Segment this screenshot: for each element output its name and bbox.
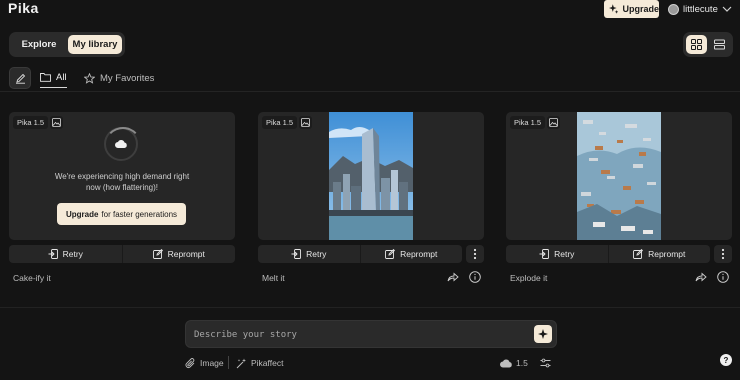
video-card[interactable]: Pika 1.5	[506, 112, 732, 240]
list-view-icon	[714, 39, 725, 50]
edit-button[interactable]	[9, 67, 31, 89]
image-source-badge	[547, 116, 560, 129]
info-icon	[469, 271, 481, 283]
divider	[0, 307, 740, 308]
share-icon	[447, 272, 459, 282]
retry-button[interactable]: Retry	[9, 245, 122, 263]
video-card[interactable]: Pika 1.5 We're experiencing high demand …	[9, 112, 235, 240]
tab-explore[interactable]: Explore	[12, 35, 66, 54]
view-toggle	[683, 32, 733, 57]
cloud-icon	[115, 140, 127, 148]
generate-button[interactable]	[534, 325, 552, 343]
filter-all-label: All	[56, 71, 67, 83]
card-actions: Retry Reprompt	[506, 245, 710, 263]
folder-icon	[40, 73, 51, 82]
loading-spinner	[104, 127, 142, 161]
share-icon	[695, 272, 707, 282]
edit-icon	[152, 249, 163, 259]
high-demand-message: We're experiencing high demand right now…	[54, 172, 190, 192]
retry-icon	[48, 249, 58, 259]
upgrade-strong-label: Upgrade	[65, 209, 99, 219]
image-icon	[301, 118, 310, 127]
help-button[interactable]: ?	[720, 354, 732, 366]
list-view-button[interactable]	[709, 35, 730, 54]
user-menu[interactable]: littlecute	[668, 0, 732, 18]
more-options-button[interactable]	[714, 245, 732, 263]
edit-icon	[633, 249, 644, 259]
retry-label: Retry	[554, 249, 575, 259]
model-badge: Pika 1.5	[13, 116, 49, 129]
image-source-badge	[50, 116, 63, 129]
image-icon	[52, 118, 61, 127]
card-title: Explode it	[510, 273, 548, 283]
model-selector[interactable]: 1.5	[500, 356, 528, 370]
divider	[0, 91, 740, 92]
card-actions: Retry Reprompt	[9, 245, 235, 263]
grid-view-icon	[691, 39, 702, 50]
upgrade-button[interactable]: Upgrade	[604, 0, 659, 18]
pencil-icon	[15, 73, 25, 84]
card-actions: Retry Reprompt	[258, 245, 462, 263]
retry-button[interactable]: Retry	[506, 245, 608, 263]
paperclip-icon	[185, 357, 195, 368]
image-label: Image	[200, 358, 224, 368]
upgrade-label: Upgrade	[622, 4, 659, 14]
prompt-input[interactable]	[194, 327, 514, 343]
model-badge: Pika 1.5	[262, 116, 298, 129]
more-options-button[interactable]	[466, 245, 484, 263]
model-version: 1.5	[516, 358, 528, 368]
avatar	[668, 3, 679, 15]
retry-icon	[291, 249, 302, 259]
prompt-box	[185, 320, 557, 348]
tab-my-library[interactable]: My library	[68, 35, 122, 54]
settings-button[interactable]	[540, 356, 551, 370]
sliders-icon	[540, 358, 551, 368]
reprompt-button[interactable]: Reprompt	[609, 245, 711, 263]
image-source-badge	[299, 116, 312, 129]
upgrade-faster-button[interactable]: Upgrade for faster generations	[57, 203, 186, 225]
reprompt-button[interactable]: Reprompt	[123, 245, 236, 263]
info-button[interactable]	[468, 270, 482, 284]
filter-my-favorites[interactable]: My Favorites	[84, 68, 154, 88]
image-upload-button[interactable]: Image	[185, 356, 224, 370]
model-badge: Pika 1.5	[510, 116, 546, 129]
image-icon	[549, 118, 558, 127]
pikaffect-label: Pikaffect	[251, 358, 284, 368]
retry-icon	[539, 249, 550, 259]
info-icon	[717, 271, 729, 283]
reprompt-label: Reprompt	[400, 249, 438, 259]
retry-label: Retry	[62, 249, 83, 259]
more-vertical-icon	[473, 248, 477, 260]
reprompt-button[interactable]: Reprompt	[361, 245, 463, 263]
retry-button[interactable]: Retry	[258, 245, 360, 263]
retry-label: Retry	[306, 249, 327, 259]
magic-wand-icon	[236, 358, 246, 368]
pika-logo[interactable]: Pika	[8, 0, 39, 16]
filter-all[interactable]: All	[40, 68, 67, 88]
pikaffect-button[interactable]: Pikaffect	[236, 356, 283, 370]
cloud-icon	[500, 359, 512, 367]
library-tabs: Explore My library	[9, 32, 125, 57]
info-button[interactable]	[716, 270, 730, 284]
username: littlecute	[683, 3, 718, 15]
grid-view-button[interactable]	[686, 35, 707, 54]
divider	[228, 356, 229, 369]
sparkle-icon	[538, 329, 548, 339]
sparkle-icon	[609, 4, 619, 14]
reprompt-label: Reprompt	[167, 249, 205, 259]
city-thumbnail	[329, 112, 413, 240]
star-icon	[84, 72, 95, 84]
video-card[interactable]: Pika 1.5	[258, 112, 484, 240]
chevron-down-icon	[722, 6, 732, 12]
share-button[interactable]	[446, 270, 460, 284]
more-vertical-icon	[721, 248, 725, 260]
reprompt-label: Reprompt	[648, 249, 686, 259]
edit-icon	[385, 249, 396, 259]
explode-thumbnail	[577, 112, 661, 240]
card-title: Cake-ify it	[13, 273, 51, 283]
share-button[interactable]	[694, 270, 708, 284]
filter-favorites-label: My Favorites	[100, 72, 155, 84]
card-title: Melt it	[262, 273, 285, 283]
upgrade-rest-label: for faster generations	[101, 209, 178, 219]
